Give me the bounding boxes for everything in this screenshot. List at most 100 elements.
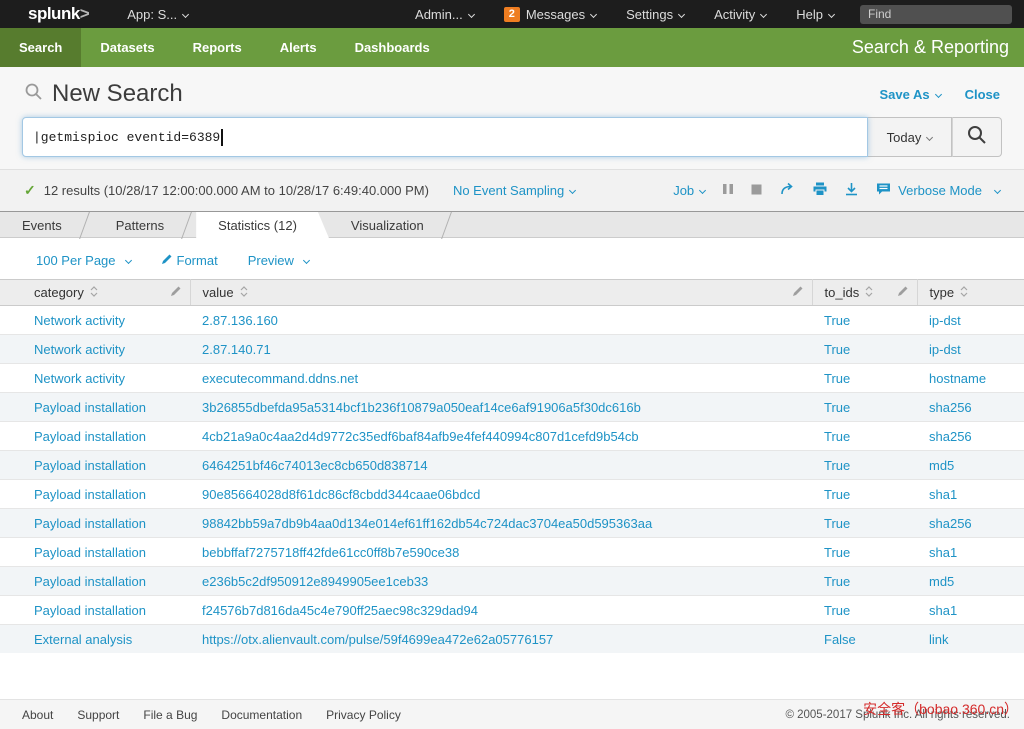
splunk-logo[interactable]: splunk> [28,4,89,24]
cell-to-ids[interactable]: True [812,306,917,335]
cell-to-ids[interactable]: True [812,567,917,596]
pause-button[interactable] [723,183,733,198]
cell-value[interactable]: 90e85664028d8f61dc86cf8cbdd344caae06bdcd [190,480,812,509]
cell-type[interactable]: hostname [917,364,1024,393]
export-button[interactable] [845,182,858,199]
cell-type[interactable]: ip-dst [917,306,1024,335]
footer-link-support[interactable]: Support [77,708,119,722]
cell-value[interactable]: 2.87.140.71 [190,335,812,364]
cell-type[interactable]: sha256 [917,393,1024,422]
cell-to-ids[interactable]: True [812,422,917,451]
cell-value[interactable]: 3b26855dbefda95a5314bcf1b236f10879a050ea… [190,393,812,422]
job-menu[interactable]: Job [673,183,705,198]
nav-item-reports[interactable]: Reports [174,28,261,67]
sort-icon[interactable] [240,285,248,300]
tab-events[interactable]: Events [0,212,94,238]
tab-patterns[interactable]: Patterns [94,212,196,238]
find-input[interactable] [860,5,1012,24]
cell-category[interactable]: Network activity [0,364,190,393]
cell-type[interactable]: sha1 [917,480,1024,509]
activity-menu[interactable]: Activity [714,7,766,22]
share-button[interactable] [780,182,795,199]
column-header-value[interactable]: value [190,280,812,306]
search-submit-button[interactable] [952,117,1002,157]
nav-item-datasets[interactable]: Datasets [81,28,173,67]
app-menu[interactable]: App: S... [127,7,188,22]
cell-category[interactable]: Network activity [0,335,190,364]
cell-to-ids[interactable]: True [812,393,917,422]
cell-category[interactable]: Payload installation [0,480,190,509]
cell-value[interactable]: 98842bb59a7db9b4aa0d134e014ef61ff162db54… [190,509,812,538]
cell-type[interactable]: md5 [917,451,1024,480]
cell-category[interactable]: Network activity [0,306,190,335]
cell-to-ids[interactable]: True [812,480,917,509]
save-as-button[interactable]: Save As [879,87,940,102]
cell-category[interactable]: Payload installation [0,451,190,480]
cell-category[interactable]: Payload installation [0,538,190,567]
footer-link-about[interactable]: About [22,708,53,722]
cell-type[interactable]: md5 [917,567,1024,596]
cell-type[interactable]: sha256 [917,509,1024,538]
cell-value[interactable]: executecommand.ddns.net [190,364,812,393]
print-button[interactable] [813,182,827,199]
edit-column-icon[interactable] [170,285,182,300]
search-query-input[interactable]: |getmispioc eventid=6389 [22,117,868,157]
tab-visualization[interactable]: Visualization [329,212,456,238]
nav-item-search[interactable]: Search [0,28,81,67]
close-button[interactable]: Close [965,87,1000,102]
cell-category[interactable]: External analysis [0,625,190,654]
stop-button[interactable] [751,183,762,198]
cell-to-ids[interactable]: True [812,451,917,480]
tab-statistics[interactable]: Statistics (12) [196,212,329,238]
messages-menu[interactable]: 2 Messages [504,7,596,22]
cell-type[interactable]: sha256 [917,422,1024,451]
column-header-type[interactable]: type [917,280,1024,306]
search-mode-menu[interactable]: Verbose Mode [876,183,1000,199]
admin-menu[interactable]: Admin... [415,7,474,22]
nav-item-dashboards[interactable]: Dashboards [336,28,449,67]
cell-to-ids[interactable]: True [812,364,917,393]
time-range-picker[interactable]: Today [868,117,952,157]
cell-type[interactable]: link [917,625,1024,654]
format-button[interactable]: Format [161,253,218,268]
cell-to-ids[interactable]: True [812,596,917,625]
column-header-category[interactable]: category [0,280,190,306]
splunk-app: splunk> App: S... Admin... 2 Messages Se… [0,0,1024,729]
nav-item-alerts[interactable]: Alerts [261,28,336,67]
column-header-to-ids[interactable]: to_ids [812,280,917,306]
sort-icon[interactable] [90,285,98,300]
cell-to-ids[interactable]: True [812,335,917,364]
cell-value[interactable]: 2.87.136.160 [190,306,812,335]
edit-column-icon[interactable] [792,285,804,300]
footer-link-file-a-bug[interactable]: File a Bug [143,708,197,722]
help-menu-label: Help [796,7,823,22]
cell-value[interactable]: 4cb21a9a0c4aa2d4d9772c35edf6baf84afb9e4f… [190,422,812,451]
event-sampling-menu[interactable]: No Event Sampling [453,183,575,198]
footer-link-privacy-policy[interactable]: Privacy Policy [326,708,401,722]
sort-icon[interactable] [865,285,873,300]
cell-value[interactable]: e236b5c2df950912e8949905ee1ceb33 [190,567,812,596]
cell-to-ids[interactable]: True [812,509,917,538]
help-menu[interactable]: Help [796,7,834,22]
cell-category[interactable]: Payload installation [0,422,190,451]
cell-value[interactable]: 6464251bf46c74013ec8cb650d838714 [190,451,812,480]
cell-value[interactable]: https://otx.alienvault.com/pulse/59f4699… [190,625,812,654]
cell-type[interactable]: ip-dst [917,335,1024,364]
edit-column-icon[interactable] [897,285,909,300]
cell-category[interactable]: Payload installation [0,567,190,596]
cell-type[interactable]: sha1 [917,538,1024,567]
preview-menu[interactable]: Preview [248,253,309,268]
cell-category[interactable]: Payload installation [0,596,190,625]
footer-link-documentation[interactable]: Documentation [221,708,302,722]
per-page-menu[interactable]: 100 Per Page [36,253,131,268]
cell-category[interactable]: Payload installation [0,393,190,422]
cell-type[interactable]: sha1 [917,596,1024,625]
settings-menu[interactable]: Settings [626,7,684,22]
cell-to-ids[interactable]: False [812,625,917,654]
cell-value[interactable]: f24576b7d816da45c4e790ff25aec98c329dad94 [190,596,812,625]
cell-to-ids[interactable]: True [812,538,917,567]
cell-value[interactable]: bebbffaf7275718ff42fde61cc0ff8b7e590ce38 [190,538,812,567]
cell-category[interactable]: Payload installation [0,509,190,538]
stop-icon [751,183,762,198]
sort-icon[interactable] [960,285,968,300]
